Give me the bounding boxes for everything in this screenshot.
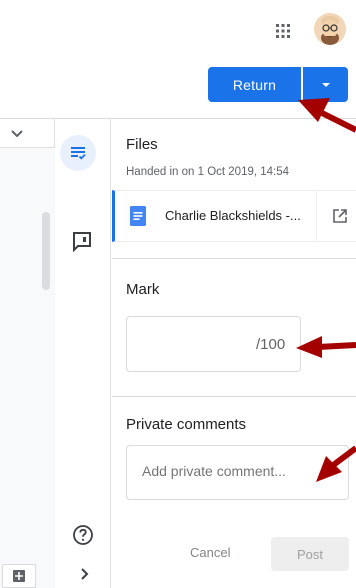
chevron-down-icon[interactable] [8,125,26,143]
help-icon[interactable] [72,524,94,546]
side-rail [56,119,111,588]
return-button[interactable]: Return [208,67,301,102]
mark-denominator: /100 [256,336,286,353]
rail-item-student-work[interactable] [60,135,96,171]
file-name-link[interactable]: Charlie Blackshields -... [165,208,301,223]
private-comment-input[interactable] [142,463,332,479]
add-comment-box-icon[interactable] [2,564,36,588]
google-docs-icon [130,206,146,226]
caret-down-icon [321,82,330,87]
files-heading: Files [126,136,158,153]
open-in-new-icon[interactable] [332,208,348,224]
apps-grid-icon[interactable] [273,21,293,41]
post-button[interactable]: Post [271,537,349,571]
scrollbar-thumb[interactable] [42,212,50,290]
mark-heading: Mark [126,281,160,298]
section-divider [112,258,356,259]
rail-item-comments[interactable] [71,230,93,253]
student-list-divider [0,147,55,148]
comment-icon [73,232,91,253]
user-avatar[interactable] [314,13,346,45]
chevron-right-icon[interactable] [76,566,92,582]
file-row-divider [316,190,317,242]
student-work-icon [71,147,86,160]
handed-in-timestamp: Handed in on 1 Oct 2019, 14:54 [126,166,290,178]
private-comments-heading: Private comments [126,416,247,433]
return-dropdown-button[interactable] [303,67,348,102]
section-divider [112,396,356,397]
cancel-button[interactable]: Cancel [190,545,230,560]
